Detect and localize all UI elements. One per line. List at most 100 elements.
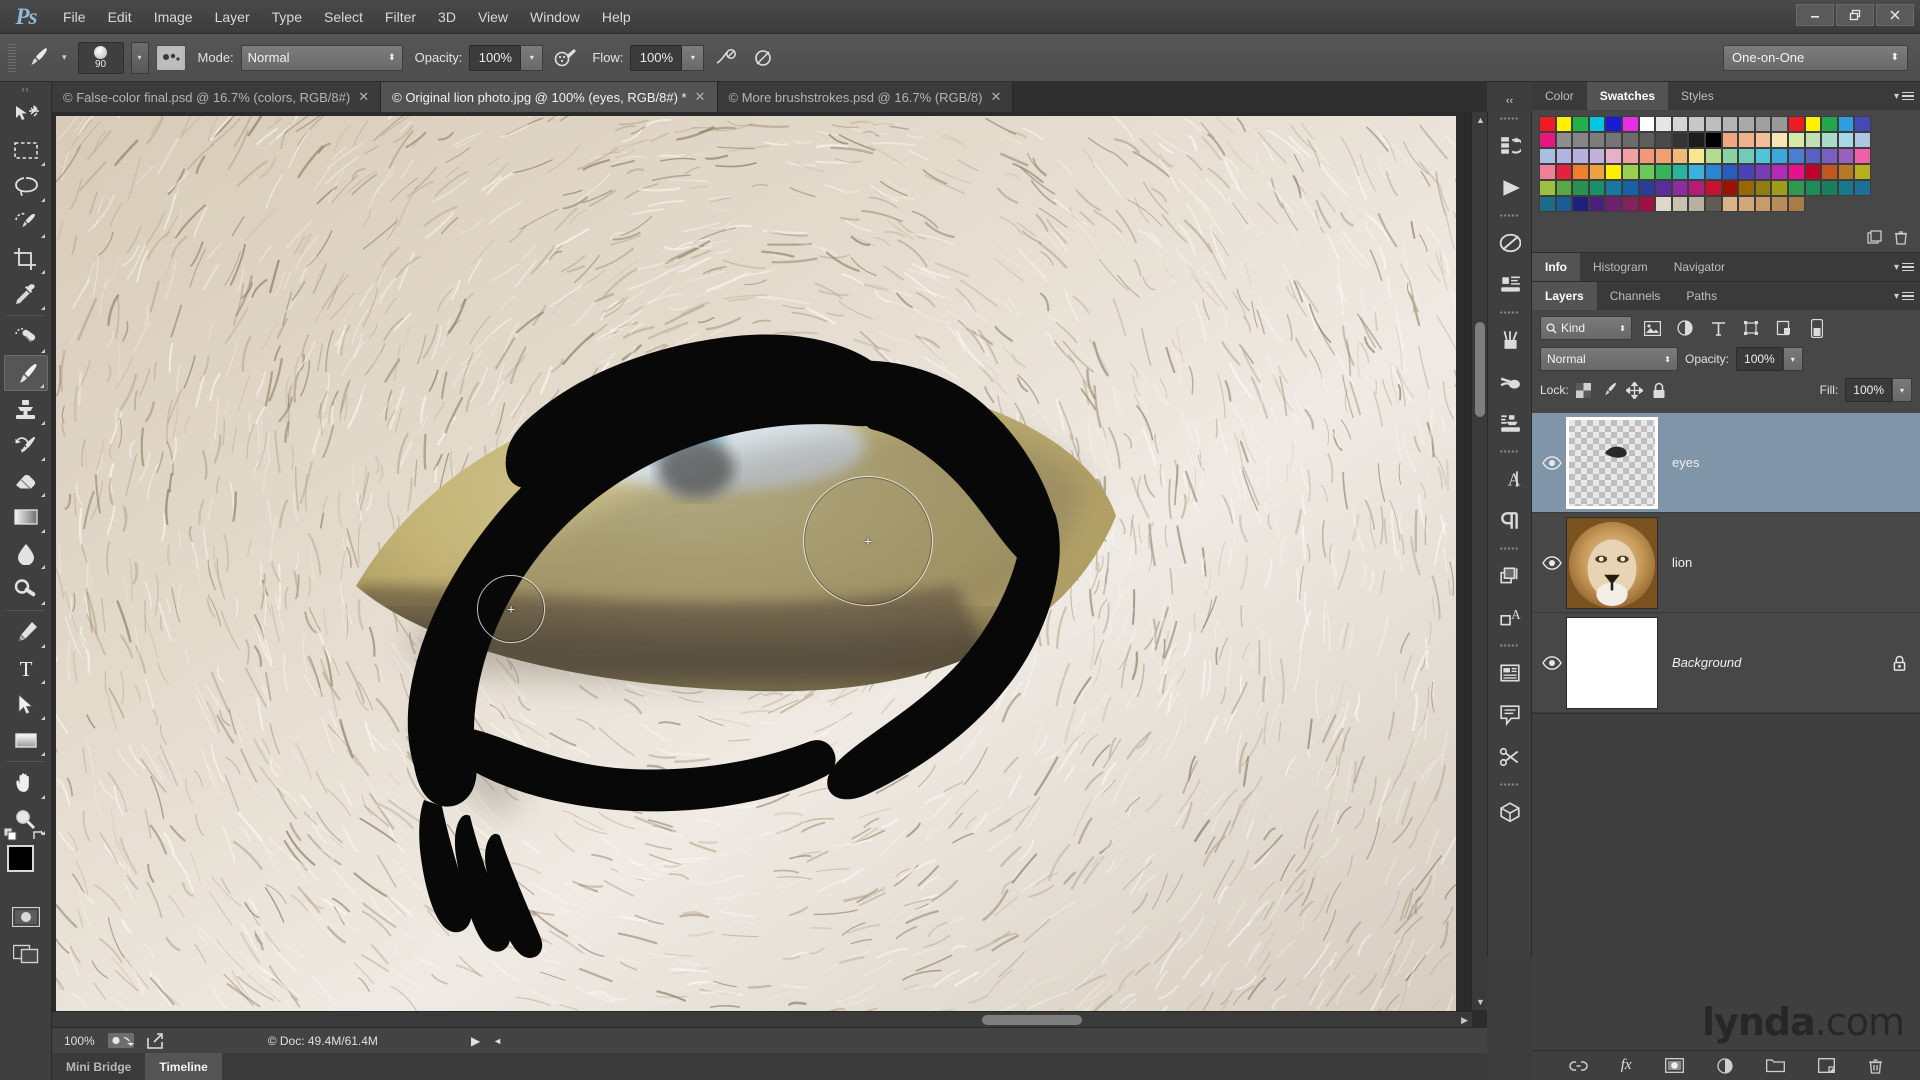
color-swatch[interactable] [1621,132,1639,148]
color-swatch[interactable] [1605,116,1622,132]
delete-layer-icon[interactable] [1868,1058,1883,1074]
filter-shape-icon[interactable] [1738,316,1764,340]
dock-group-grip[interactable]: ▪▪▪▪▪ [1488,445,1531,458]
color-swatch[interactable] [1588,180,1606,196]
color-swatch[interactable] [1721,196,1739,212]
close-icon[interactable]: ✕ [358,89,369,105]
color-swatch[interactable] [1555,116,1573,132]
path-selection-tool[interactable] [4,686,48,722]
layers-panel-menu-button[interactable]: ▾ [1894,282,1914,310]
color-swatch[interactable] [1721,148,1739,164]
color-swatch[interactable] [1837,180,1855,196]
color-swatch[interactable] [1821,148,1838,164]
flow-input[interactable]: 100% [630,44,683,71]
color-swatch[interactable] [1821,164,1838,180]
menu-item-window[interactable]: Window [519,0,591,34]
color-swatch[interactable] [1754,180,1772,196]
color-swatch[interactable] [1621,180,1639,196]
panel-collapse-toggle[interactable]: ‹‹ [1487,92,1532,110]
color-swatch[interactable] [1605,132,1622,148]
layer-blend-mode-select[interactable]: Normal ⬍ [1540,347,1678,371]
color-swatch[interactable] [1655,180,1672,196]
color-swatch[interactable] [1671,164,1689,180]
color-swatch[interactable] [1605,148,1622,164]
menu-item-view[interactable]: View [467,0,519,34]
actions-panel-icon[interactable] [1490,167,1530,209]
document-tab[interactable]: © Original lion photo.jpg @ 100% (eyes, … [381,82,718,112]
layer-row[interactable]: Background [1532,613,1920,713]
foreground-color-swatch[interactable] [6,845,34,872]
layer-row[interactable]: eyes [1532,413,1920,513]
color-swatch[interactable] [1588,196,1606,212]
tool-submenu-triangle-icon[interactable] [40,493,45,497]
color-swatch[interactable] [1555,180,1573,196]
color-swatch[interactable] [1655,132,1672,148]
tools-panel-icon[interactable] [1490,736,1530,778]
color-swatch[interactable] [1771,180,1788,196]
color-swatch[interactable] [1539,180,1556,196]
color-swatch[interactable] [1804,132,1822,148]
dock-group-grip[interactable]: ▪▪▪▪▪ [1488,209,1531,222]
color-swatch[interactable] [1655,196,1672,212]
pressure-size-icon[interactable] [711,43,741,73]
document-canvas[interactable]: + + [56,116,1456,1014]
color-swatch[interactable] [1655,148,1672,164]
color-swatch[interactable] [1555,148,1573,164]
color-swatch[interactable] [1771,148,1788,164]
tool-submenu-triangle-icon[interactable] [40,644,45,648]
color-swatch[interactable] [1754,164,1772,180]
tool-submenu-triangle-icon[interactable] [40,421,45,425]
close-icon[interactable]: ✕ [991,89,1002,105]
color-swatch[interactable] [1738,116,1755,132]
layer-opacity-input[interactable]: 100% [1736,347,1783,371]
bottom-tab-timeline[interactable]: Timeline [145,1053,222,1080]
color-swatch[interactable] [1688,132,1705,148]
layer-name[interactable]: Background [1658,655,1893,670]
layer-thumbnail[interactable] [1566,616,1658,709]
layer-thumbnail[interactable] [1566,416,1658,509]
filter-smart-icon[interactable] [1771,316,1797,340]
opacity-input[interactable]: 100% [469,44,522,71]
canvas-horizontal-scrollbar[interactable]: ▶ [52,1011,1472,1027]
add-mask-icon[interactable] [1664,1058,1684,1073]
canvas-vertical-scrollbar[interactable]: ▲ ▼ [1471,112,1487,1010]
panel-tab-channels[interactable]: Channels [1596,282,1674,310]
color-swatch[interactable] [1721,164,1739,180]
color-swatch[interactable] [1572,164,1589,180]
color-swatch[interactable] [1754,132,1772,148]
scroll-up-arrow-icon[interactable]: ▲ [1476,115,1485,125]
lock-image-icon[interactable] [1600,382,1617,398]
bottom-tab-mini-bridge[interactable]: Mini Bridge [52,1053,145,1080]
color-swatch[interactable] [1704,132,1722,148]
dock-group-grip[interactable]: ▪▪▪▪▪ [1488,542,1531,555]
color-swatch[interactable] [1754,116,1772,132]
color-swatch[interactable] [1539,196,1556,212]
color-swatch[interactable] [1854,164,1871,180]
color-swatch[interactable] [1787,132,1805,148]
color-swatch[interactable] [1555,196,1573,212]
layer-opacity-slider-button[interactable]: ▾ [1782,347,1803,371]
rectangular-marquee-tool[interactable] [4,132,48,168]
quick-selection-tool[interactable] [4,204,48,240]
brush-tool[interactable] [3,355,48,391]
adjustments-panel-icon[interactable] [1490,222,1530,264]
tool-submenu-triangle-icon[interactable] [40,198,45,202]
status-play-arrow-icon[interactable]: ▶ [471,1034,480,1048]
layer-row[interactable]: lion [1532,513,1920,613]
color-swatch[interactable] [1605,164,1622,180]
tool-presets-panel-icon[interactable] [1490,361,1530,403]
link-layers-icon[interactable] [1568,1059,1588,1073]
color-swatch[interactable] [1539,164,1556,180]
color-swatch[interactable] [1572,148,1589,164]
crop-tool[interactable] [4,240,48,276]
color-swatch[interactable] [1837,116,1855,132]
color-swatch[interactable] [1787,116,1805,132]
color-swatch[interactable] [1821,132,1838,148]
scroll-down-arrow-icon[interactable]: ▼ [1476,997,1485,1007]
lasso-tool[interactable] [4,168,48,204]
panel-tab-swatches[interactable]: Swatches [1586,82,1669,110]
color-swatch[interactable] [1837,148,1855,164]
clone-source-panel-icon[interactable] [1490,403,1530,445]
menu-item-layer[interactable]: Layer [204,0,261,34]
color-swatch[interactable] [1671,180,1689,196]
